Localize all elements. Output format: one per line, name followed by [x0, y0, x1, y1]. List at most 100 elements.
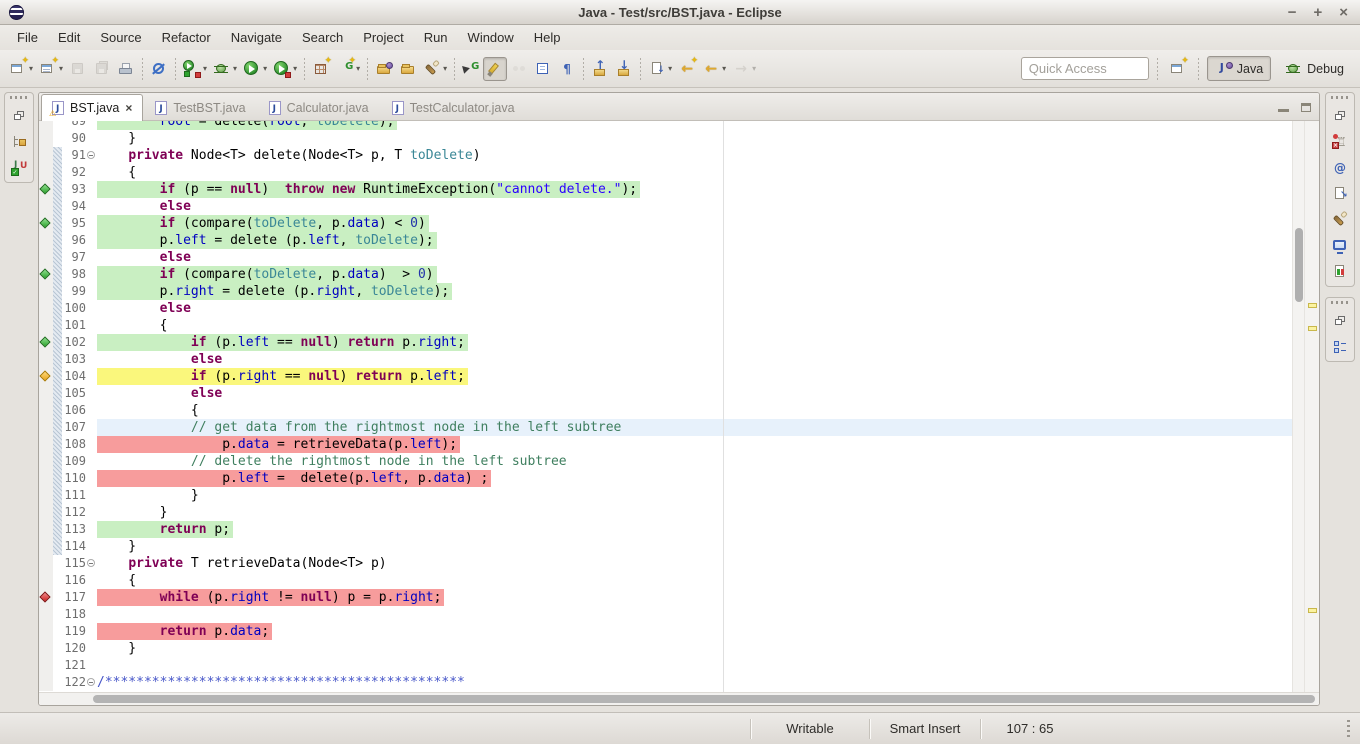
restore-pane-view-button[interactable] [1329, 106, 1351, 125]
javadoc-view-button[interactable]: @ [1329, 158, 1351, 177]
menu-file[interactable]: File [8, 27, 47, 48]
annotation-ruler-cell[interactable] [39, 504, 53, 521]
menu-source[interactable]: Source [91, 27, 150, 48]
folding-ruler-cell[interactable] [86, 232, 97, 249]
annotation-ruler-cell[interactable] [39, 572, 53, 589]
next-annotation-button[interactable]: ↓▾ [645, 57, 675, 81]
open-type-button[interactable] [372, 57, 396, 81]
code-editor[interactable]: 89 root = delete(root, toDelete);90 }91 … [39, 121, 1292, 692]
restore-pane-view-button[interactable] [8, 106, 30, 125]
code-text[interactable]: p.left = delete(p.left, p.data) ; [97, 470, 1292, 487]
annotation-ruler-cell[interactable] [39, 385, 53, 402]
folding-ruler-cell[interactable] [86, 589, 97, 606]
annotation-ruler-cell[interactable] [39, 266, 53, 283]
folding-ruler-cell[interactable] [86, 249, 97, 266]
code-text[interactable]: } [97, 504, 1292, 521]
code-text[interactable]: if (p.left == null) return p.right; [97, 334, 1292, 351]
folding-ruler-cell[interactable] [86, 351, 97, 368]
console-view-button[interactable] [1329, 236, 1351, 255]
folding-ruler-cell[interactable] [86, 317, 97, 334]
open-resource-button[interactable] [396, 57, 420, 81]
folding-ruler-cell[interactable] [86, 164, 97, 181]
coverage-view-view-button[interactable] [1329, 262, 1351, 281]
code-text[interactable]: private Node<T> delete(Node<T> p, T toDe… [97, 147, 1292, 164]
folding-ruler-cell[interactable] [86, 521, 97, 538]
menu-project[interactable]: Project [354, 27, 412, 48]
run-last-launched-dropdown-caret[interactable]: ▾ [293, 64, 297, 73]
annotation-ruler-cell[interactable] [39, 657, 53, 674]
menu-search[interactable]: Search [293, 27, 352, 48]
annotation-ruler-cell[interactable] [39, 674, 53, 691]
package-explorer-view-button[interactable] [8, 132, 30, 151]
annotations-button[interactable] [507, 57, 531, 81]
folding-ruler-cell[interactable] [86, 470, 97, 487]
code-text[interactable]: } [97, 487, 1292, 504]
annotation-ruler-cell[interactable] [39, 215, 53, 232]
folding-ruler-cell[interactable] [86, 283, 97, 300]
close-button[interactable]: × [1339, 5, 1348, 20]
show-source-button[interactable] [531, 57, 555, 81]
junit-view-button[interactable]: JU✓ [8, 158, 30, 177]
annotation-ruler-cell[interactable] [39, 198, 53, 215]
back-button[interactable]: ←▾ [699, 57, 729, 81]
folding-ruler-cell[interactable] [86, 555, 97, 572]
folding-ruler-cell[interactable] [86, 198, 97, 215]
folding-ruler-cell[interactable] [86, 215, 97, 232]
folding-ruler-cell[interactable] [86, 487, 97, 504]
drag-grip[interactable] [10, 96, 28, 99]
annotation-ruler-cell[interactable] [39, 623, 53, 640]
menu-run[interactable]: Run [415, 27, 457, 48]
code-text[interactable]: private T retrieveData(Node<T> p) [97, 555, 1292, 572]
next-annotation-dropdown-caret[interactable]: ▾ [668, 64, 672, 73]
new-class-dropdown-caret[interactable]: ▾ [356, 64, 360, 73]
code-text[interactable]: while (p.right != null) p = p.right; [97, 589, 1292, 606]
maximize-button[interactable]: + [1313, 5, 1322, 20]
annotation-ruler-cell[interactable] [39, 368, 53, 385]
folding-ruler-cell[interactable] [86, 640, 97, 657]
minimize-editor-button[interactable] [1278, 109, 1289, 112]
vertical-scrollbar-thumb[interactable] [1295, 228, 1303, 302]
debug-dropdown-caret[interactable]: ▾ [233, 64, 237, 73]
coverage-button[interactable]: ▾ [180, 57, 210, 81]
code-text[interactable]: { [97, 164, 1292, 181]
horizontal-scrollbar-thumb[interactable] [93, 695, 1315, 703]
code-text[interactable]: { [97, 572, 1292, 589]
tab-testbst-java[interactable]: TestBST.java [144, 94, 256, 120]
forward-button[interactable]: →▾ [729, 57, 759, 81]
annotation-ruler-cell[interactable] [39, 521, 53, 538]
folding-ruler-cell[interactable] [86, 572, 97, 589]
folding-ruler-cell[interactable] [86, 368, 97, 385]
perspective-debug-button[interactable]: Debug [1277, 56, 1352, 81]
code-text[interactable]: else [97, 300, 1292, 317]
annotation-ruler-cell[interactable] [39, 606, 53, 623]
folding-ruler-cell[interactable] [86, 147, 97, 164]
folding-ruler-cell[interactable] [86, 419, 97, 436]
collapse-icon[interactable] [87, 559, 95, 567]
annotation-ruler-cell[interactable] [39, 419, 53, 436]
drag-grip[interactable] [1331, 301, 1349, 304]
problems-view-button[interactable]: ♖× [1329, 132, 1351, 151]
declaration-view-button[interactable]: ↘ [1329, 184, 1351, 203]
overview-coverage-mark[interactable] [1308, 608, 1317, 613]
tab-bst-java[interactable]: ⚠BST.java× [41, 94, 143, 121]
annotation-ruler-cell[interactable] [39, 249, 53, 266]
back-dropdown-caret[interactable]: ▾ [722, 64, 726, 73]
code-text[interactable]: if (compare(toDelete, p.data) > 0) [97, 266, 1292, 283]
code-text[interactable]: /***************************************… [97, 674, 1292, 691]
menu-refactor[interactable]: Refactor [153, 27, 220, 48]
folding-ruler-cell[interactable] [86, 504, 97, 521]
annotation-ruler-cell[interactable] [39, 147, 53, 164]
annotation-ruler-cell[interactable] [39, 436, 53, 453]
overview-coverage-mark[interactable] [1308, 303, 1317, 308]
annotation-ruler-cell[interactable] [39, 121, 53, 130]
folding-ruler-cell[interactable] [86, 402, 97, 419]
annotation-ruler-cell[interactable] [39, 487, 53, 504]
folding-ruler-cell[interactable] [86, 334, 97, 351]
folding-ruler-cell[interactable] [86, 121, 97, 130]
folding-ruler-cell[interactable] [86, 606, 97, 623]
folding-ruler-cell[interactable] [86, 674, 97, 691]
annotation-ruler-cell[interactable] [39, 453, 53, 470]
open-perspective-button[interactable]: ✦ [1166, 57, 1190, 81]
perspective-java-button[interactable]: JJava [1207, 56, 1271, 81]
skip-all-breakpoints-button[interactable] [147, 57, 171, 81]
